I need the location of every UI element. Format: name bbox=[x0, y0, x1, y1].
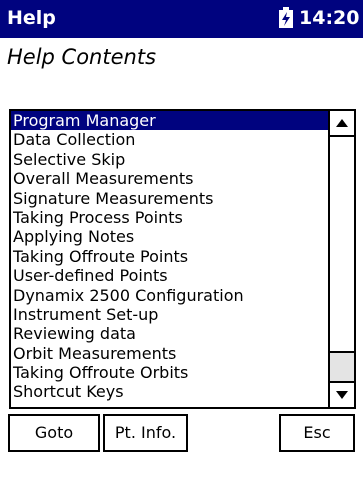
help-topic-item[interactable]: Data Collection bbox=[11, 130, 330, 149]
up-arrow-icon bbox=[336, 119, 348, 127]
window-title: Help bbox=[7, 7, 56, 29]
battery-icon bbox=[278, 7, 294, 29]
help-topic-item[interactable]: Taking Offroute Orbits bbox=[11, 363, 330, 382]
title-bar: Help 14:20 bbox=[0, 0, 363, 38]
scroll-track-remainder[interactable] bbox=[330, 353, 354, 381]
help-topic-item[interactable]: Program Manager bbox=[11, 111, 330, 131]
help-topic-item[interactable]: Shortcut Keys bbox=[11, 382, 330, 401]
help-topic-item[interactable]: Overall Measurements bbox=[11, 169, 330, 188]
vertical-scrollbar[interactable] bbox=[328, 111, 354, 407]
help-topic-item[interactable]: Taking Offroute Points bbox=[11, 247, 330, 266]
help-topic-item[interactable]: Selective Skip bbox=[11, 150, 330, 169]
softkey-bar: Goto Pt. Info. Esc bbox=[0, 414, 363, 484]
help-topic-item[interactable]: Reviewing data bbox=[11, 324, 330, 343]
help-topics-listbox[interactable]: Program Manager Data Collection Selective … bbox=[9, 109, 356, 409]
scroll-down-button[interactable] bbox=[330, 381, 354, 407]
scroll-thumb[interactable] bbox=[330, 137, 354, 353]
help-topic-item[interactable]: Orbit Measurements bbox=[11, 344, 330, 363]
help-topic-item[interactable]: Instrument Set-up bbox=[11, 305, 330, 324]
escape-button[interactable]: Esc bbox=[279, 414, 355, 452]
help-topics-list[interactable]: Program Manager Data Collection Selective … bbox=[11, 111, 330, 407]
point-info-button[interactable]: Pt. Info. bbox=[103, 414, 188, 452]
scroll-track[interactable] bbox=[330, 137, 354, 381]
page-title: Help Contents bbox=[7, 45, 157, 69]
scroll-up-button[interactable] bbox=[330, 111, 354, 137]
help-topic-item[interactable]: Signature Measurements bbox=[11, 189, 330, 208]
clock-time: 14:20 bbox=[299, 7, 360, 29]
down-arrow-icon bbox=[336, 391, 348, 399]
help-topic-item[interactable]: Dynamix 2500 Configuration bbox=[11, 286, 330, 305]
help-topic-item[interactable]: User-defined Points bbox=[11, 266, 330, 285]
help-topic-item[interactable]: Taking Process Points bbox=[11, 208, 330, 227]
goto-button[interactable]: Goto bbox=[8, 414, 100, 452]
help-topic-item[interactable]: Applying Notes bbox=[11, 227, 330, 246]
